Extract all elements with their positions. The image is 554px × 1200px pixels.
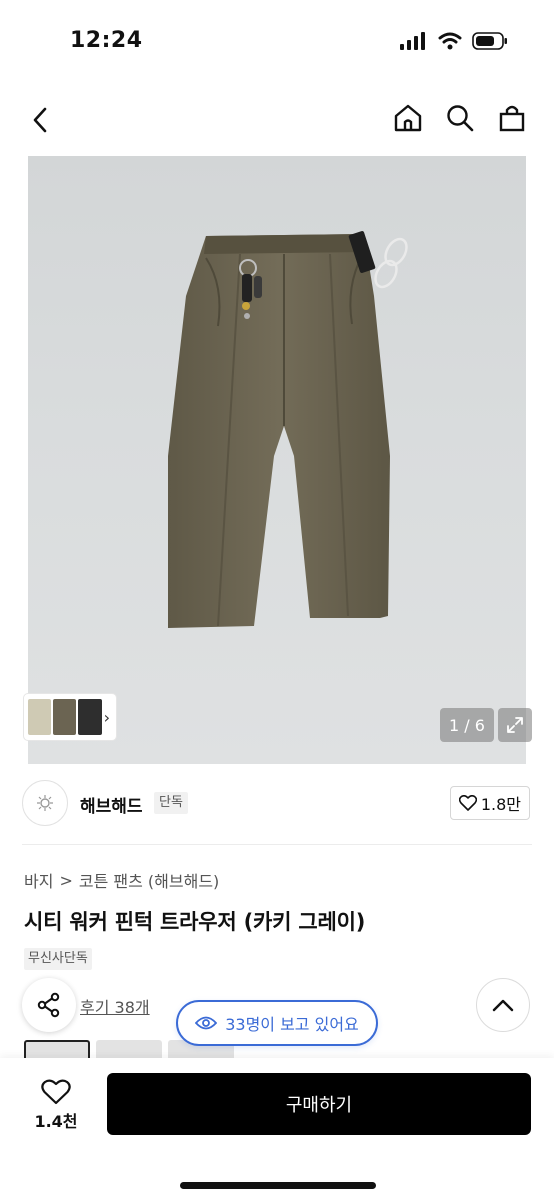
expand-icon (507, 717, 523, 733)
share-icon (37, 992, 60, 1018)
brand-like-count: 1.8만 (480, 795, 521, 814)
status-time: 12:24 (70, 28, 143, 53)
review-thumbnail[interactable] (96, 1040, 162, 1058)
expand-button[interactable] (498, 708, 532, 742)
status-icons (400, 32, 508, 54)
home-icon (394, 104, 422, 132)
divider (22, 844, 532, 845)
image-page-counter: 1 / 6 (440, 708, 494, 742)
thumbnail-strip[interactable]: › (24, 694, 116, 740)
brand-logo[interactable] (22, 780, 68, 826)
eye-icon (195, 1016, 218, 1030)
battery-icon (472, 32, 508, 54)
status-bar: 12:24 (0, 0, 554, 80)
breadcrumb-separator: > (59, 870, 73, 890)
viewers-indicator: 33명이 보고 있어요 (176, 1000, 378, 1046)
heart-icon (41, 1079, 71, 1105)
wishlist-button[interactable] (36, 1074, 76, 1110)
nav-bar (0, 96, 554, 144)
home-button[interactable] (392, 102, 424, 134)
breadcrumb-category[interactable]: 바지 (24, 868, 53, 892)
nav-actions (392, 102, 528, 134)
brand-name[interactable]: 해브해드 (80, 792, 143, 817)
signal-icon (400, 32, 428, 54)
thumbnail (53, 699, 77, 735)
product-photo (168, 231, 408, 628)
viewers-text: 33명이 보고 있어요 (225, 1015, 359, 1034)
home-indicator (180, 1182, 376, 1189)
share-button[interactable] (22, 978, 76, 1032)
product-title: 시티 워커 핀턱 트라우저 (카키 그레이) (24, 910, 366, 934)
chevron-up-icon (492, 999, 514, 1012)
brand-row: 해브해드 단독 1.8만 (0, 780, 554, 828)
chevron-right-icon: › (103, 707, 111, 727)
search-icon (447, 105, 474, 132)
product-image[interactable] (28, 156, 526, 764)
brand-exclusive-badge: 단독 (154, 792, 188, 814)
search-button[interactable] (444, 102, 476, 134)
chevron-left-icon (33, 107, 47, 133)
wifi-icon (438, 32, 462, 54)
exclusive-tag: 무신사단독 (24, 948, 92, 970)
bottom-action-bar: 1.4천 구매하기 (0, 1058, 554, 1200)
back-button[interactable] (24, 104, 56, 136)
thumbnail (28, 699, 52, 735)
brand-like-button[interactable]: 1.8만 (449, 786, 530, 820)
scroll-top-button[interactable] (476, 978, 530, 1032)
buy-button[interactable]: 구매하기 (107, 1073, 531, 1135)
review-thumbnail[interactable] (24, 1040, 90, 1058)
cart-button[interactable] (496, 102, 528, 134)
reviews-link[interactable]: 후기 38개 (80, 994, 150, 1018)
brand-logo-icon (37, 795, 53, 811)
thumbnail (78, 699, 102, 735)
breadcrumb-subcategory[interactable]: 코튼 팬츠 (해브해드) (79, 868, 219, 892)
wishlist-count: 1.4천 (34, 1112, 78, 1131)
breadcrumb: 바지 > 코튼 팬츠 (해브해드) (24, 868, 219, 892)
heart-icon (458, 795, 477, 811)
shopping-bag-icon (499, 105, 525, 132)
